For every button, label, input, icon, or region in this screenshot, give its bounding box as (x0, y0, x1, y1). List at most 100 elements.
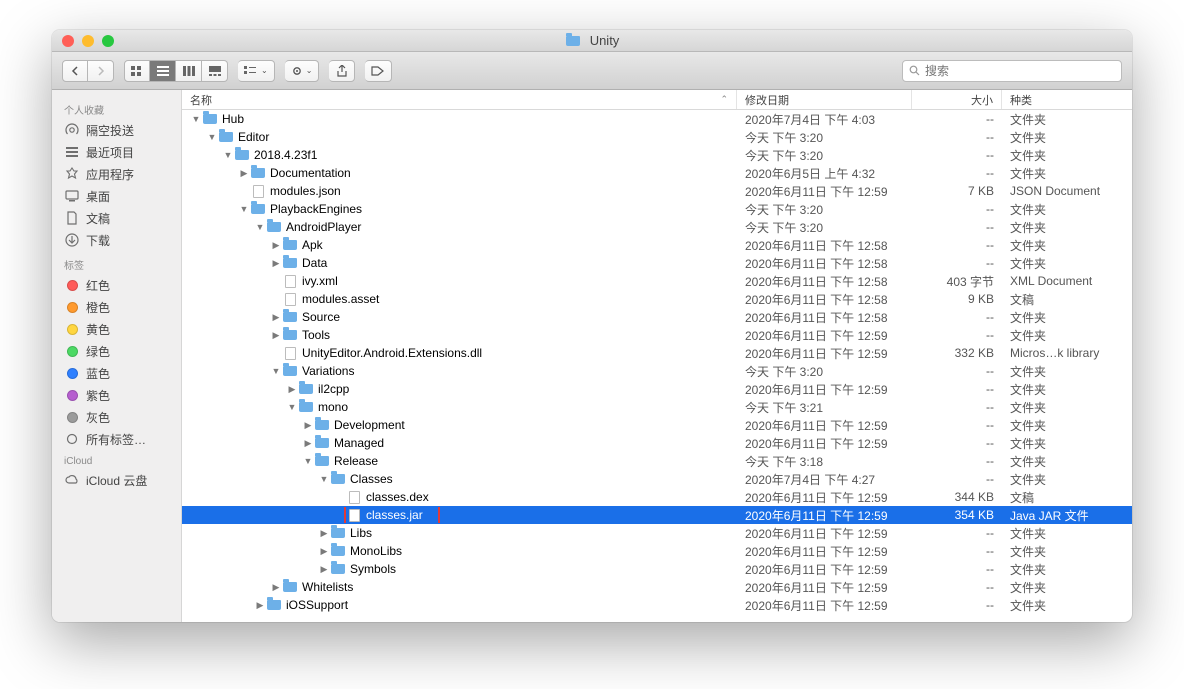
file-row[interactable]: ▶il2cpp2020年6月11日 下午 12:59--文件夹 (182, 380, 1132, 398)
sidebar-item[interactable]: iCloud 云盘 (52, 469, 181, 491)
file-row[interactable]: classes.dex2020年6月11日 下午 12:59344 KB文稿 (182, 488, 1132, 506)
file-row[interactable]: ▶Development2020年6月11日 下午 12:59--文件夹 (182, 416, 1132, 434)
file-row[interactable]: ▶Managed2020年6月11日 下午 12:59--文件夹 (182, 434, 1132, 452)
file-row[interactable]: ▼mono今天 下午 3:21--文件夹 (182, 398, 1132, 416)
file-row[interactable]: ▶Data2020年6月11日 下午 12:58--文件夹 (182, 254, 1132, 272)
file-size: -- (912, 130, 1002, 144)
file-row[interactable]: ▼Classes2020年7月4日 下午 4:27--文件夹 (182, 470, 1132, 488)
file-row[interactable]: modules.json2020年6月11日 下午 12:597 KBJSON … (182, 182, 1132, 200)
disclosure-triangle-icon[interactable]: ▶ (254, 600, 266, 611)
sidebar-item[interactable]: 紫色 (52, 384, 181, 406)
disclosure-triangle-icon[interactable]: ▶ (270, 240, 282, 251)
file-size: 354 KB (912, 508, 1002, 522)
sidebar-item[interactable]: 绿色 (52, 340, 181, 362)
file-row[interactable]: ▶Documentation2020年6月5日 上午 4:32--文件夹 (182, 164, 1132, 182)
disclosure-triangle-icon[interactable]: ▼ (190, 114, 202, 124)
file-row[interactable]: classes.jar2020年6月11日 下午 12:59354 KBJava… (182, 506, 1132, 524)
disclosure-triangle-icon[interactable]: ▶ (302, 420, 314, 431)
disclosure-triangle-icon[interactable]: ▼ (270, 366, 282, 376)
file-row[interactable]: ivy.xml2020年6月11日 下午 12:58403 字节XML Docu… (182, 272, 1132, 290)
file-size: 403 字节 (912, 273, 1002, 290)
disclosure-triangle-icon[interactable]: ▼ (254, 222, 266, 232)
maximize-button[interactable] (102, 35, 114, 47)
folder-icon (266, 597, 282, 613)
sidebar-item[interactable]: 灰色 (52, 406, 181, 428)
file-row[interactable]: ▶MonoLibs2020年6月11日 下午 12:59--文件夹 (182, 542, 1132, 560)
file-row[interactable]: ▶Libs2020年6月11日 下午 12:59--文件夹 (182, 524, 1132, 542)
file-row[interactable]: ▶Symbols2020年6月11日 下午 12:59--文件夹 (182, 560, 1132, 578)
file-name: Tools (302, 328, 330, 342)
disclosure-triangle-icon[interactable]: ▼ (222, 150, 234, 160)
search-field[interactable] (902, 60, 1122, 82)
forward-button[interactable] (88, 60, 114, 82)
group-button[interactable]: ⌄ (238, 60, 275, 82)
action-button[interactable]: ⌄ (285, 60, 320, 82)
gallery-view-button[interactable] (202, 60, 228, 82)
disclosure-triangle-icon[interactable]: ▶ (318, 564, 330, 575)
disclosure-triangle-icon[interactable]: ▼ (302, 456, 314, 466)
file-kind: 文件夹 (1002, 147, 1132, 164)
back-button[interactable] (62, 60, 88, 82)
disclosure-triangle-icon[interactable]: ▶ (238, 168, 250, 179)
file-name: Documentation (270, 166, 351, 180)
disclosure-triangle-icon[interactable]: ▶ (286, 384, 298, 395)
list-view-button[interactable] (150, 60, 176, 82)
file-row[interactable]: ▼Hub2020年7月4日 下午 4:03--文件夹 (182, 110, 1132, 128)
file-row[interactable]: ▼AndroidPlayer今天 下午 3:20--文件夹 (182, 218, 1132, 236)
sidebar-item[interactable]: 下载 (52, 229, 181, 251)
sidebar-item[interactable]: 红色 (52, 274, 181, 296)
tags-button[interactable] (365, 60, 392, 82)
close-button[interactable] (62, 35, 74, 47)
disclosure-triangle-icon[interactable]: ▶ (318, 546, 330, 557)
file-size: 344 KB (912, 490, 1002, 504)
folder-icon (565, 33, 581, 49)
share-button[interactable] (329, 60, 355, 82)
disclosure-triangle-icon[interactable]: ▶ (270, 312, 282, 323)
disclosure-triangle-icon[interactable]: ▼ (318, 474, 330, 484)
icon-view-button[interactable] (124, 60, 150, 82)
column-date[interactable]: 修改日期 (737, 90, 912, 109)
sidebar-item[interactable]: 橙色 (52, 296, 181, 318)
file-row[interactable]: modules.asset2020年6月11日 下午 12:589 KB文稿 (182, 290, 1132, 308)
sidebar-item[interactable]: 文稿 (52, 207, 181, 229)
file-list[interactable]: ▼Hub2020年7月4日 下午 4:03--文件夹▼Editor今天 下午 3… (182, 110, 1132, 622)
file-row[interactable]: UnityEditor.Android.Extensions.dll2020年6… (182, 344, 1132, 362)
sidebar-item[interactable]: 蓝色 (52, 362, 181, 384)
file-row[interactable]: ▶Source2020年6月11日 下午 12:58--文件夹 (182, 308, 1132, 326)
minimize-button[interactable] (82, 35, 94, 47)
file-kind: 文件夹 (1002, 435, 1132, 452)
file-name: modules.asset (302, 292, 379, 306)
file-row[interactable]: ▼2018.4.23f1今天 下午 3:20--文件夹 (182, 146, 1132, 164)
file-row[interactable]: ▶Apk2020年6月11日 下午 12:58--文件夹 (182, 236, 1132, 254)
column-view-button[interactable] (176, 60, 202, 82)
file-row[interactable]: ▼Release今天 下午 3:18--文件夹 (182, 452, 1132, 470)
disclosure-triangle-icon[interactable]: ▼ (286, 402, 298, 412)
disclosure-triangle-icon[interactable]: ▼ (238, 204, 250, 214)
column-kind[interactable]: 种类 (1002, 90, 1132, 109)
sidebar-item[interactable]: 应用程序 (52, 163, 181, 185)
sidebar-item-label: iCloud 云盘 (86, 472, 147, 489)
file-row[interactable]: ▶iOSSupport2020年6月11日 下午 12:59--文件夹 (182, 596, 1132, 614)
disclosure-triangle-icon[interactable]: ▶ (302, 438, 314, 449)
disclosure-triangle-icon[interactable]: ▶ (318, 528, 330, 539)
column-name[interactable]: 名称⌃ (182, 90, 737, 109)
sidebar-item[interactable]: 黄色 (52, 318, 181, 340)
file-icon (282, 291, 298, 307)
column-size[interactable]: 大小 (912, 90, 1002, 109)
sidebar-item[interactable]: 所有标签… (52, 428, 181, 450)
search-input[interactable] (925, 64, 1115, 78)
disclosure-triangle-icon[interactable]: ▶ (270, 582, 282, 593)
disclosure-triangle-icon[interactable]: ▼ (206, 132, 218, 142)
file-row[interactable]: ▶Whitelists2020年6月11日 下午 12:59--文件夹 (182, 578, 1132, 596)
file-row[interactable]: ▼Variations今天 下午 3:20--文件夹 (182, 362, 1132, 380)
disclosure-triangle-icon[interactable]: ▶ (270, 258, 282, 269)
sort-indicator-icon: ⌃ (720, 94, 728, 105)
file-row[interactable]: ▼PlaybackEngines今天 下午 3:20--文件夹 (182, 200, 1132, 218)
sidebar-item[interactable]: 隔空投送 (52, 119, 181, 141)
sidebar-item[interactable]: 最近项目 (52, 141, 181, 163)
file-row[interactable]: ▼Editor今天 下午 3:20--文件夹 (182, 128, 1132, 146)
sidebar-item-label: 桌面 (86, 188, 110, 205)
file-row[interactable]: ▶Tools2020年6月11日 下午 12:59--文件夹 (182, 326, 1132, 344)
disclosure-triangle-icon[interactable]: ▶ (270, 330, 282, 341)
sidebar-item[interactable]: 桌面 (52, 185, 181, 207)
